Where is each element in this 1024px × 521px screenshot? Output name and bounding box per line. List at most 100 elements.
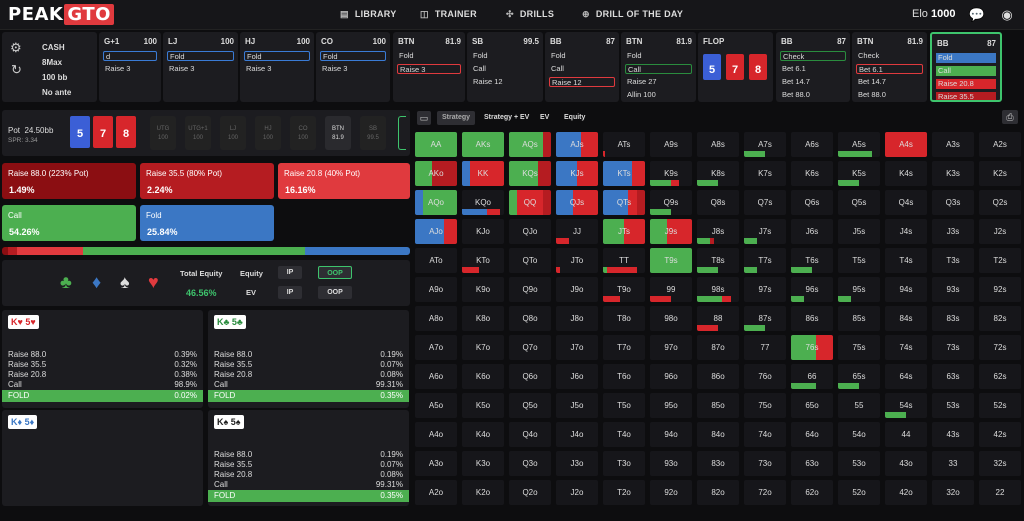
hand-cell-75o[interactable]: 75o [744, 393, 786, 418]
hand-cell-t9o[interactable]: T9o [603, 277, 645, 302]
hand-cell-jts[interactable]: JTs [603, 219, 645, 244]
ev-ip-toggle[interactable]: IP [278, 286, 302, 299]
card-option[interactable]: Raise 3 [397, 64, 461, 74]
card-option[interactable]: Bet 88.0 [780, 90, 846, 100]
hand-cell-kto[interactable]: KTo [462, 248, 504, 273]
hand-cell-a8o[interactable]: A8o [415, 306, 457, 331]
hand-cell-63o[interactable]: 63o [791, 451, 833, 476]
hand-cell-a2o[interactable]: A2o [415, 480, 457, 505]
hand-cell-ajo[interactable]: AJo [415, 219, 457, 244]
tab-strategy[interactable]: Strategy [437, 111, 476, 125]
hand-cell-85s[interactable]: 85s [838, 306, 880, 331]
hand-cell-a5s[interactable]: A5s [838, 132, 880, 157]
hand-cell-qq[interactable]: QQ [509, 190, 551, 215]
hand-cell-q3s[interactable]: Q3s [932, 190, 974, 215]
hand-cell-98s[interactable]: 98s [697, 277, 739, 302]
card-option[interactable]: Raise 12 [549, 77, 615, 87]
card-option[interactable]: Bet 14.7 [856, 77, 923, 87]
hand-cell-96s[interactable]: 96s [791, 277, 833, 302]
hand-cell-77[interactable]: 77 [744, 335, 786, 360]
action-card-g+1-0[interactable]: G+1 100 d Raise 3 [99, 32, 161, 102]
hand-cell-q2s[interactable]: Q2s [979, 190, 1021, 215]
hand-cell-j4s[interactable]: J4s [885, 219, 927, 244]
diamond-filter-icon[interactable]: ♦ [92, 272, 101, 293]
hand-cell-94o[interactable]: 94o [650, 422, 692, 447]
hand-cell-k5o[interactable]: K5o [462, 393, 504, 418]
nav-drill-of-the-day[interactable]: ⊕ DRILL OF THE DAY [582, 9, 683, 20]
seat-utg[interactable]: UTG 100 [150, 116, 176, 150]
hand-cell-a3o[interactable]: A3o [415, 451, 457, 476]
hand-cell-t8o[interactable]: T8o [603, 306, 645, 331]
equity-oop-toggle[interactable]: OOP [318, 266, 352, 279]
hand-cell-a7o[interactable]: A7o [415, 335, 457, 360]
hand-cell-62o[interactable]: 62o [791, 480, 833, 505]
hand-cell-k2o[interactable]: K2o [462, 480, 504, 505]
combo-panel-0[interactable]: K♥ 5♥ Raise 88.0 0.39% Raise 35.5 0.32% Raise… [2, 310, 203, 408]
hand-cell-53o[interactable]: 53o [838, 451, 880, 476]
hand-cell-82o[interactable]: 82o [697, 480, 739, 505]
hand-cell-44[interactable]: 44 [885, 422, 927, 447]
card-option[interactable]: Bet 88.0 [856, 90, 923, 100]
hand-cell-t2s[interactable]: T2s [979, 248, 1021, 273]
action-card-co-3[interactable]: CO 100 Fold Raise 3 [316, 32, 390, 102]
hand-cell-j2s[interactable]: J2s [979, 219, 1021, 244]
hand-cell-43o[interactable]: 43o [885, 451, 927, 476]
card-option[interactable]: Bet 14.7 [780, 77, 846, 87]
card-option[interactable]: Raise 3 [103, 64, 157, 74]
action-card-flop-8[interactable]: FLOP 5 7 8 [698, 32, 773, 102]
hand-cell-83o[interactable]: 83o [697, 451, 739, 476]
hand-cell-33[interactable]: 33 [932, 451, 974, 476]
hand-cell-64s[interactable]: 64s [885, 364, 927, 389]
export-icon[interactable]: ⎙ [1002, 110, 1018, 124]
hand-cell-q4s[interactable]: Q4s [885, 190, 927, 215]
hand-cell-k4o[interactable]: K4o [462, 422, 504, 447]
hand-cell-ato[interactable]: ATo [415, 248, 457, 273]
seat-sb[interactable]: SB 99.5 [360, 116, 386, 150]
hand-cell-83s[interactable]: 83s [932, 306, 974, 331]
card-option[interactable]: Fold [397, 51, 461, 61]
hand-cell-aa[interactable]: AA [415, 132, 457, 157]
hand-cell-54o[interactable]: 54o [838, 422, 880, 447]
hand-cell-jto[interactable]: JTo [556, 248, 598, 273]
hand-cell-j7o[interactable]: J7o [556, 335, 598, 360]
hand-cell-k8o[interactable]: K8o [462, 306, 504, 331]
hand-cell-88[interactable]: 88 [697, 306, 739, 331]
hand-cell-k2s[interactable]: K2s [979, 161, 1021, 186]
hand-cell-53s[interactable]: 53s [932, 393, 974, 418]
hand-cell-k7o[interactable]: K7o [462, 335, 504, 360]
hand-cell-a4s[interactable]: A4s [885, 132, 927, 157]
hand-cell-j6s[interactable]: J6s [791, 219, 833, 244]
hand-cell-94s[interactable]: 94s [885, 277, 927, 302]
hand-cell-qjs[interactable]: QJs [556, 190, 598, 215]
hand-cell-t6o[interactable]: T6o [603, 364, 645, 389]
hand-cell-t4s[interactable]: T4s [885, 248, 927, 273]
hand-cell-j9s[interactable]: J9s [650, 219, 692, 244]
action-card-bb-9[interactable]: BB 87 Check Bet 6.1 Bet 14.7 Bet 88.0 [776, 32, 850, 102]
hand-cell-j3s[interactable]: J3s [932, 219, 974, 244]
card-option[interactable]: Fold [471, 51, 539, 61]
hand-cell-k5s[interactable]: K5s [838, 161, 880, 186]
hand-cell-72s[interactable]: 72s [979, 335, 1021, 360]
hand-cell-k3o[interactable]: K3o [462, 451, 504, 476]
hand-cell-95s[interactable]: 95s [838, 277, 880, 302]
action-button-0[interactable]: Raise 88.0 (223% Pot) 1.49% [2, 163, 136, 199]
hand-cell-42s[interactable]: 42s [979, 422, 1021, 447]
hand-cell-t7s[interactable]: T7s [744, 248, 786, 273]
hand-cell-a9o[interactable]: A9o [415, 277, 457, 302]
hand-cell-72o[interactable]: 72o [744, 480, 786, 505]
hand-cell-93o[interactable]: 93o [650, 451, 692, 476]
hand-cell-63s[interactable]: 63s [932, 364, 974, 389]
hand-cell-q9s[interactable]: Q9s [650, 190, 692, 215]
hand-cell-66[interactable]: 66 [791, 364, 833, 389]
hand-cell-a3s[interactable]: A3s [932, 132, 974, 157]
hand-cell-74o[interactable]: 74o [744, 422, 786, 447]
hand-cell-98o[interactable]: 98o [650, 306, 692, 331]
hand-cell-87o[interactable]: 87o [697, 335, 739, 360]
seat-co[interactable]: CO 100 [290, 116, 316, 150]
card-option[interactable]: Fold [549, 51, 615, 61]
hand-cell-q8o[interactable]: Q8o [509, 306, 551, 331]
action-card-btn-10[interactable]: BTN 81.9 Check Bet 6.1 Bet 14.7 Bet 88.0 [852, 32, 927, 102]
hand-cell-87s[interactable]: 87s [744, 306, 786, 331]
tab-equity[interactable]: Equity [559, 111, 590, 125]
hand-cell-j2o[interactable]: J2o [556, 480, 598, 505]
